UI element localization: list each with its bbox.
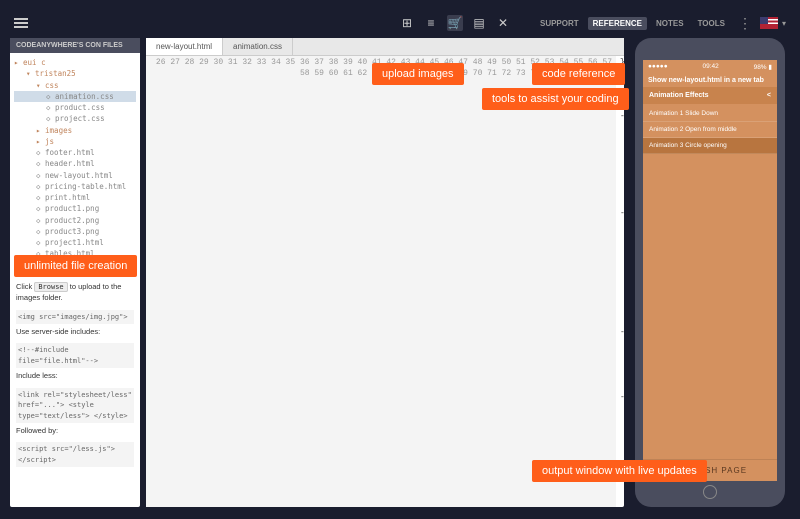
topbar: ⊞ ≡ 🛒 ▤ ✕ SUPPORT REFERENCE NOTES TOOLS … [10,12,790,34]
close-icon[interactable]: ✕ [495,15,511,31]
phone-statusbar: ●●●●● 09:42 98% ▮ [643,60,777,74]
list-icon[interactable]: ≡ [423,15,439,31]
code-snippet: <script src="/less.js"> </script> [16,442,134,467]
signal-icon: ●●●●● [648,63,668,71]
layout-icon[interactable]: ⊞ [399,15,415,31]
flag-us-icon[interactable] [760,17,778,29]
more-icon[interactable]: ⋮ [734,15,756,32]
file-item[interactable]: ◇ project1.html [14,237,136,248]
phone-list: Animation 1 Slide DownAnimation 2 Open f… [643,104,777,156]
code-editor[interactable]: 26 27 28 29 30 31 32 33 34 35 36 37 38 3… [146,56,624,507]
nav-tools[interactable]: TOOLS [693,17,730,30]
help-text: Use server-side includes: [16,326,134,337]
flag-caret-icon[interactable]: ▾ [782,19,786,28]
doc-icon[interactable]: ▤ [471,15,487,31]
file-item[interactable]: ◇ project.css [14,113,136,124]
callout-reference: code reference [532,63,625,85]
editor-tab[interactable]: animation.css [223,38,293,55]
list-item[interactable]: Animation 3 Circle opening [643,138,777,154]
file-tree[interactable]: ▸ eui c▾ tristan25▾ css◇ animation.css◇ … [10,53,140,275]
nav-support[interactable]: SUPPORT [535,17,584,30]
topbar-left [14,18,28,28]
phone-header: Animation Effects < [643,87,777,104]
phone-screen: ●●●●● 09:42 98% ▮ Show new-layout.html i… [643,60,777,481]
browse-button[interactable]: Browse [34,282,67,292]
list-item[interactable]: Animation 2 Open from middle [643,122,777,138]
sidebar-title: CODEANYWHERE'S CON FILES [10,38,140,53]
phone-tab-link[interactable]: Show new-layout.html in a new tab [643,74,777,87]
nav-reference[interactable]: REFERENCE [588,17,647,30]
back-icon[interactable]: < [767,92,771,99]
preview-panel: ●●●●● 09:42 98% ▮ Show new-layout.html i… [630,38,790,507]
menu-icon[interactable] [14,18,28,28]
code-body[interactable]: }); - $(function(){ - $('.menu-icon').on… [616,56,624,507]
toolbar-icons: ⊞ ≡ 🛒 ▤ ✕ [399,15,511,31]
help-text: Click [16,282,32,291]
file-item[interactable]: ◇ footer.html [14,147,136,158]
editor-tab[interactable]: new-layout.html [146,38,223,55]
code-snippet: <img src="images/img.jpg"> [16,310,134,325]
editor-tabs: new-layout.htmlanimation.css [146,38,624,56]
file-item[interactable]: ◇ new-layout.html [14,170,136,181]
code-snippet: <link rel="stylesheet/less" href="..."> … [16,388,134,424]
code-snippet: <!--#include file="file.html"--> [16,343,134,368]
file-item[interactable]: ◇ product2.png [14,215,136,226]
file-item[interactable]: ◇ print.html [14,192,136,203]
file-item[interactable]: ◇ product3.png [14,226,136,237]
help-text: to upload to the images folder. [16,282,121,303]
sidebar-help: Click Browse to upload to the images fol… [10,275,140,476]
file-item[interactable]: ◇ animation.css [14,91,136,102]
clock: 09:42 [702,63,718,71]
upload-icon[interactable]: 🛒 [447,15,463,31]
main-area: upload images code reference tools to as… [10,38,790,507]
file-item[interactable]: ◇ header.html [14,158,136,169]
file-item[interactable]: ◇ product.css [14,102,136,113]
battery-icon: 98% ▮ [754,63,772,71]
callout-output: output window with live updates [532,460,707,482]
file-item[interactable]: ◇ pricing-table.html [14,181,136,192]
line-gutter: 26 27 28 29 30 31 32 33 34 35 36 37 38 3… [146,56,616,507]
phone-title: Animation Effects [649,92,709,99]
app-root: ⊞ ≡ 🛒 ▤ ✕ SUPPORT REFERENCE NOTES TOOLS … [0,0,800,519]
help-text: Followed by: [16,425,134,436]
callout-tools: tools to assist your coding [482,88,629,110]
nav-notes[interactable]: NOTES [651,17,689,30]
help-text: Include less: [16,370,134,381]
phone-frame: ●●●●● 09:42 98% ▮ Show new-layout.html i… [635,38,785,507]
callout-upload: upload images [372,63,464,85]
list-item[interactable]: Animation 1 Slide Down [643,106,777,122]
callout-files: unlimited file creation [14,255,137,277]
file-item[interactable]: ◇ product1.png [14,203,136,214]
